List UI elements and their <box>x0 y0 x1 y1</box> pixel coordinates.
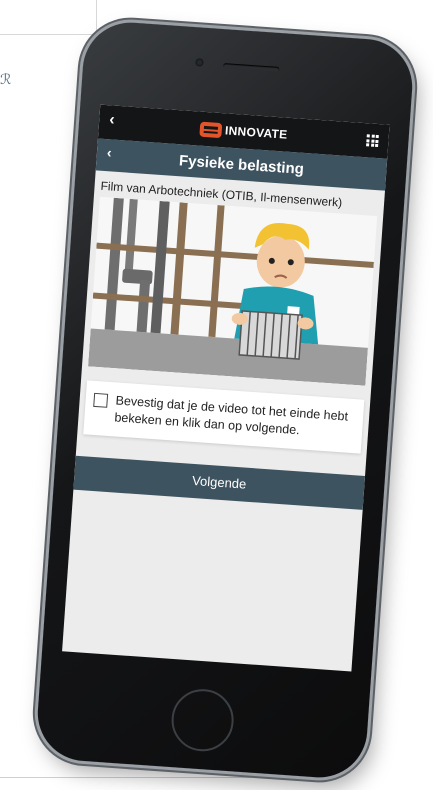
confirm-checkbox[interactable] <box>93 392 109 408</box>
confirm-card: Bevestig dat je de video tot het einde h… <box>83 380 365 454</box>
video-thumbnail-illustration <box>88 196 378 386</box>
grid-menu-icon[interactable] <box>366 134 379 148</box>
app-back-button[interactable]: ‹ <box>109 111 116 129</box>
phone-mockup: ‹ INNOVATE ‹ Fysieke belasting Film van … <box>34 19 416 781</box>
innovate-logo: INNOVATE <box>199 121 288 142</box>
next-button[interactable]: Volgende <box>73 455 366 510</box>
background-divider <box>0 777 330 778</box>
confirm-text: Bevestig dat je de video tot het einde h… <box>114 393 349 438</box>
page-back-button[interactable]: ‹ <box>106 144 112 160</box>
page-title: Fysieke belasting <box>178 151 305 178</box>
logo-text: INNOVATE <box>224 123 288 142</box>
video-player[interactable] <box>88 196 378 386</box>
phone-screen: ‹ INNOVATE ‹ Fysieke belasting Film van … <box>62 104 390 672</box>
background-window-edge <box>0 0 97 35</box>
logo-mark-icon <box>199 121 223 138</box>
background-glyph: ℛ <box>0 72 12 88</box>
